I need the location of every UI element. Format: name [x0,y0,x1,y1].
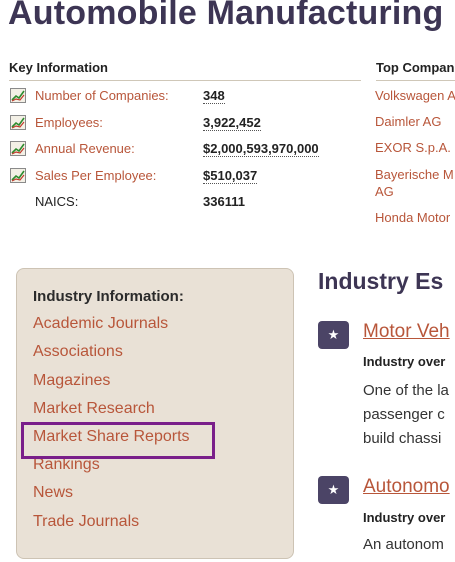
top-companies-heading: Top Compan [376,60,455,75]
article-title-autonomous[interactable]: Autonomo [363,476,450,498]
page-title: Automobile Manufacturing [8,0,444,32]
link-news[interactable]: News [33,484,73,502]
industry-information-heading: Industry Information: [33,288,184,305]
article-title-motor-vehicle[interactable]: Motor Veh [363,321,450,343]
company-link-volkswagen[interactable]: Volkswagen A [375,87,455,104]
key-information-heading: Key Information [9,60,108,75]
naics-label: NAICS: [35,194,79,209]
stat-value-revenue: $2,000,593,970,000 [203,141,319,157]
stat-label-companies[interactable]: Number of Companies: [35,88,169,103]
article-text-line: passenger c [363,406,445,423]
link-trade-journals[interactable]: Trade Journals [33,513,139,531]
article-overview-label: Industry over [363,354,446,369]
company-link-bayerische-ag[interactable]: AG [375,183,394,200]
top-companies-divider [376,80,455,81]
trend-chart-icon[interactable] [10,168,26,183]
key-information-divider [9,80,361,81]
star-icon: ★ [318,476,349,504]
stat-label-sales-per-employee[interactable]: Sales Per Employee: [35,168,156,183]
star-icon: ★ [318,321,349,349]
company-link-daimler[interactable]: Daimler AG [375,113,441,130]
article-text-line: build chassi [363,430,442,447]
stat-label-revenue[interactable]: Annual Revenue: [35,141,135,156]
link-magazines[interactable]: Magazines [33,372,110,390]
trend-chart-icon[interactable] [10,115,26,130]
stat-label-employees[interactable]: Employees: [35,115,103,130]
company-link-exor[interactable]: EXOR S.p.A. [375,139,451,156]
article-overview-label: Industry over [363,510,446,525]
highlight-box-market-share-reports [21,422,215,459]
link-associations[interactable]: Associations [33,343,123,361]
company-link-bayerische[interactable]: Bayerische M [375,166,454,183]
link-market-research[interactable]: Market Research [33,400,155,418]
trend-chart-icon[interactable] [10,141,26,156]
stat-value-sales-per-employee: $510,037 [203,168,258,184]
article-text-line: An autonom [363,536,444,553]
stat-value-employees: 3,922,452 [203,115,261,131]
link-academic-journals[interactable]: Academic Journals [33,315,168,333]
stat-value-companies: 348 [203,88,225,104]
company-link-honda[interactable]: Honda Motor [375,209,450,226]
industry-estimates-heading: Industry Es [318,268,444,294]
naics-value: 336111 [203,194,245,209]
trend-chart-icon[interactable] [10,88,26,103]
article-text-line: One of the la [363,382,449,399]
